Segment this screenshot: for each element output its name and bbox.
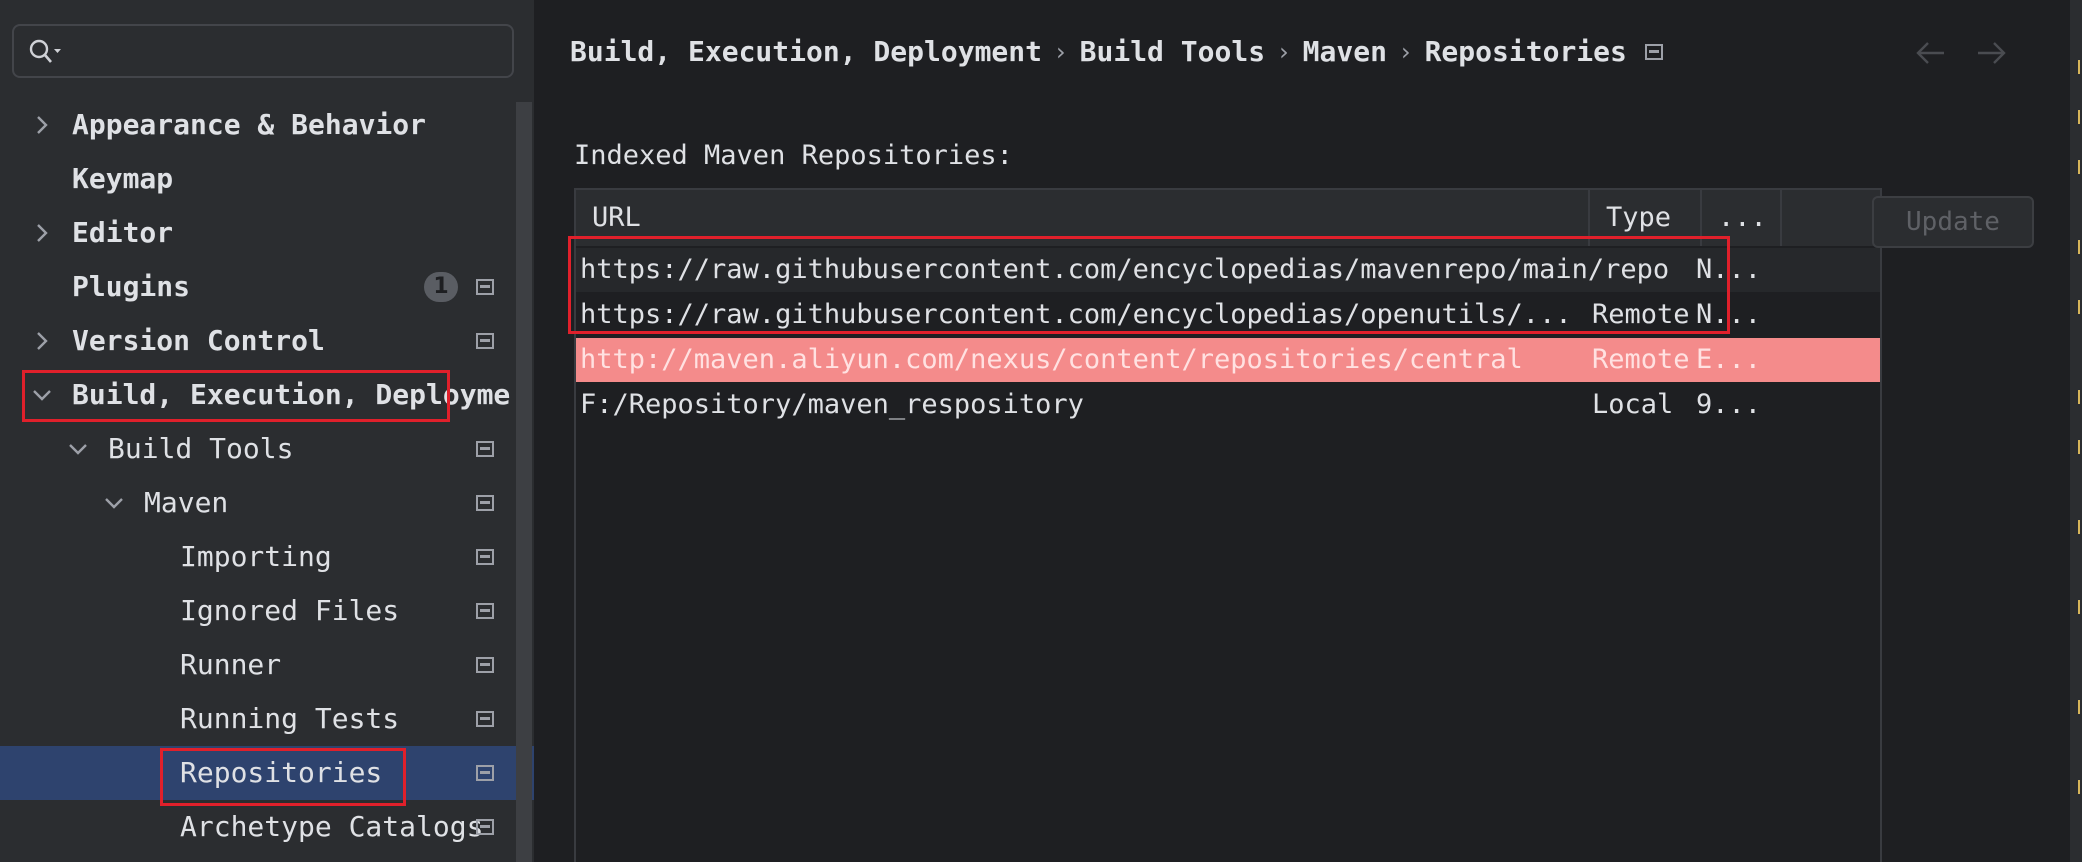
project-settings-icon: [476, 765, 494, 781]
sidebar-item-label: Editor: [72, 216, 174, 249]
sidebar-item[interactable]: Build Tools: [0, 422, 516, 476]
url-cell: https://raw.githubusercontent.com/encycl…: [580, 299, 1572, 330]
settings-window: Appearance & Behavior Keymap Editor Plugins…: [0, 0, 2082, 862]
sidebar-item-label: Importing: [180, 540, 332, 573]
table-row[interactable]: F:/Repository/maven_respository Local 9...: [576, 383, 1880, 427]
update-button[interactable]: Update: [1872, 196, 2034, 248]
sidebar-item[interactable]: Maven: [0, 476, 516, 530]
chevron-down-icon[interactable]: [66, 437, 90, 461]
back-arrow-icon[interactable]: [1914, 40, 1948, 66]
project-settings-icon: [476, 279, 494, 295]
forward-arrow-icon[interactable]: [1974, 40, 2008, 66]
sidebar-item[interactable]: Editor: [0, 206, 516, 260]
chevron-right-icon[interactable]: [30, 221, 54, 245]
chevron-down-icon[interactable]: [30, 383, 54, 407]
column-header-type[interactable]: Type: [1588, 190, 1700, 246]
sidebar-item-label: Running Tests: [180, 702, 400, 735]
type-cell: Remote: [1592, 299, 1690, 330]
type-cell: Remote: [1592, 344, 1690, 375]
sidebar-item[interactable]: Appearance & Behavior: [0, 98, 516, 152]
project-settings-icon: [476, 603, 494, 619]
sidebar-item-label: Build Tools: [108, 432, 294, 465]
breadcrumb-item: Repositories: [1424, 35, 1627, 68]
sidebar-item[interactable]: Ignored Files: [0, 584, 516, 638]
breadcrumb-item[interactable]: Maven: [1303, 30, 1387, 74]
sidebar-item-label: Archetype Catalogs: [180, 810, 484, 843]
breadcrumb-item[interactable]: Build Tools: [1080, 30, 1265, 74]
sidebar-item[interactable]: Importing: [0, 530, 516, 584]
breadcrumb: Build, Execution, Deployment › Build Too…: [570, 30, 1663, 74]
project-settings-icon: [476, 333, 494, 349]
chevron-right-icon: ›: [1056, 38, 1066, 66]
sidebar-item-label: Runner: [180, 648, 282, 681]
sidebar-item-label: Build, Execution, Deployme: [72, 378, 511, 411]
search-input[interactable]: [12, 24, 514, 78]
project-settings-icon: [476, 819, 494, 835]
sidebar-item-label: Appearance & Behavior: [72, 108, 427, 141]
chevron-right-icon: ›: [1400, 38, 1411, 66]
chevron-down-icon[interactable]: [102, 491, 126, 515]
url-cell: http://maven.aliyun.com/nexus/content/re…: [580, 344, 1523, 375]
project-settings-icon: [476, 711, 494, 727]
table-row[interactable]: http://maven.aliyun.com/nexus/content/re…: [576, 338, 1880, 382]
sidebar-item-label: Plugins: [72, 270, 191, 303]
table-row[interactable]: https://raw.githubusercontent.com/encycl…: [576, 248, 1880, 292]
sidebar-item-label: Ignored Files: [180, 594, 400, 627]
repositories-label: Indexed Maven Repositories:: [574, 140, 1013, 171]
project-settings-icon: [476, 495, 494, 511]
chevron-right-icon: ›: [1279, 38, 1289, 66]
sidebar-item[interactable]: Keymap: [0, 152, 516, 206]
settings-sidebar: Appearance & Behavior Keymap Editor Plugins…: [0, 0, 534, 862]
sidebar-item-label: Keymap: [72, 162, 174, 195]
chevron-right-icon[interactable]: [30, 113, 54, 137]
sidebar-item[interactable]: Version Control: [0, 314, 516, 368]
settings-content: Build, Execution, Deployment › Build Too…: [536, 0, 2082, 862]
url-cell: https://raw.githubusercontent.com/encycl…: [580, 254, 1670, 285]
project-settings-icon: [476, 549, 494, 565]
sidebar-scrollbar[interactable]: [516, 102, 532, 862]
project-settings-icon: [476, 441, 494, 457]
table-row[interactable]: https://raw.githubusercontent.com/encycl…: [576, 293, 1880, 337]
sidebar-item-label: Version Control: [72, 324, 325, 357]
search-icon: [29, 39, 61, 63]
right-gutter: [2070, 0, 2082, 862]
column-header-url[interactable]: URL: [576, 190, 1588, 246]
project-settings-icon: [1644, 44, 1663, 60]
sidebar-item[interactable]: Running Tests: [0, 692, 516, 746]
sidebar-item-label: Maven: [144, 486, 229, 519]
sidebar-item[interactable]: Repositories: [0, 746, 534, 800]
breadcrumb-item[interactable]: Build, Execution, Deployment: [570, 30, 1042, 74]
project-settings-icon: [476, 657, 494, 673]
status-cell: N...: [1696, 299, 1762, 330]
url-cell: F:/Repository/maven_respository: [580, 389, 1084, 420]
sidebar-item-label: Repositories: [180, 756, 383, 789]
update-count-badge: 1: [424, 272, 458, 302]
sidebar-item[interactable]: Build, Execution, Deployme: [0, 368, 516, 422]
sidebar-item[interactable]: Runner: [0, 638, 516, 692]
settings-tree: Appearance & Behavior Keymap Editor Plugins…: [0, 98, 534, 854]
chevron-right-icon[interactable]: [30, 329, 54, 353]
column-header-filler: [1780, 190, 1880, 246]
type-cell: Local: [1592, 389, 1674, 420]
repositories-table[interactable]: URL Type ... https://raw.githubuserconte…: [574, 188, 1882, 862]
status-cell: 9...: [1696, 389, 1762, 420]
status-cell: E...: [1696, 344, 1762, 375]
status-cell: N...: [1696, 254, 1762, 285]
column-header-status[interactable]: ...: [1700, 190, 1780, 246]
sidebar-item[interactable]: Plugins 1: [0, 260, 516, 314]
sidebar-item[interactable]: Archetype Catalogs: [0, 800, 516, 854]
